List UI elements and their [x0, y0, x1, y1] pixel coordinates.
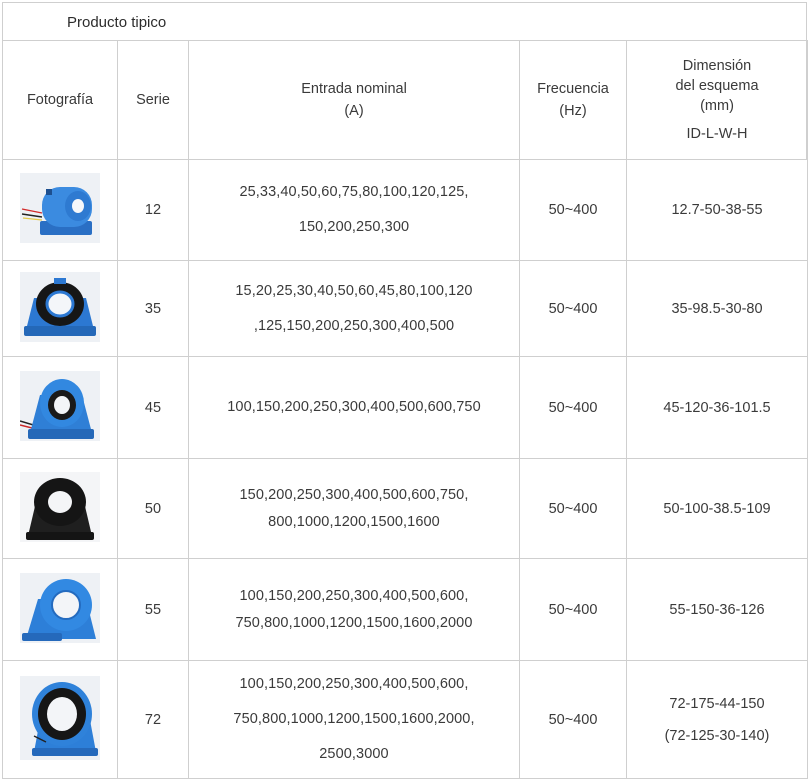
series-cell: 55	[117, 558, 189, 661]
nominal-input-values: 100,150,200,250,300,400,500,600, 750,800…	[233, 667, 474, 772]
nominal-input-values: 15,20,25,30,40,50,60,45,80,100,120 ,125,…	[235, 274, 472, 344]
dimension-value: 12.7-50-38-55	[671, 202, 763, 218]
nominal-input-values: 25,33,40,50,60,75,80,100,120,125, 150,20…	[239, 175, 468, 245]
table-row: 35 15,20,25,30,40,50,60,45,80,100,120 ,1…	[2, 260, 808, 357]
nominal-input-line: 100,150,200,250,300,400,500,600,750	[227, 399, 481, 415]
header-dimension: Dimensión del esquema (mm) ID-L-W-H	[626, 40, 808, 160]
dimension-value: 50-100-38.5-109	[663, 500, 771, 517]
nominal-input-cell: 15,20,25,30,40,50,60,45,80,100,120 ,125,…	[188, 260, 520, 357]
header-frequency-unit: (Hz)	[559, 103, 587, 119]
nominal-input-line: 15,20,25,30,40,50,60,45,80,100,120	[235, 282, 473, 299]
series-cell: 12	[117, 159, 189, 261]
table-row: 12 25,33,40,50,60,75,80,100,120,125, 150…	[2, 159, 808, 261]
photo-cell	[2, 558, 118, 661]
nominal-input-cell: 100,150,200,250,300,400,500,600, 750,800…	[188, 660, 520, 779]
dimension-cell: 45-120-36-101.5	[626, 356, 808, 459]
nominal-input-values: 100,150,200,250,300,400,500,600,750	[227, 394, 480, 421]
blue-ring-transformer-with-leads-icon	[20, 370, 100, 441]
nominal-input-values: 150,200,250,300,400,500,600,750, 800,100…	[240, 482, 469, 536]
nominal-input-values: 100,150,200,250,300,400,500,600, 750,800…	[235, 583, 472, 637]
series-cell: 50	[117, 458, 189, 559]
table-caption: Producto tipico	[67, 14, 167, 31]
nominal-input-line: 750,800,1000,1200,1500,1600,2000,	[233, 711, 475, 727]
large-blue-black-ring-transformer-icon	[20, 675, 100, 760]
dimension-cell: 72-175-44-150 (72-125-30-140)	[626, 660, 808, 779]
nominal-input-cell: 100,150,200,250,300,400,500,600, 750,800…	[188, 558, 520, 661]
header-nominal-input: Entrada nominal (A)	[188, 40, 520, 160]
header-frequency-label: Frecuencia	[537, 81, 609, 97]
photo-cell	[2, 159, 118, 261]
header-nominal-input-unit: (A)	[344, 103, 364, 119]
blue-ring-transformer-icon	[20, 572, 100, 643]
header-dimension-unit: (mm)	[700, 98, 734, 114]
header-dimension-format: ID-L-W-H	[686, 126, 748, 142]
nominal-input-cell: 150,200,250,300,400,500,600,750, 800,100…	[188, 458, 520, 559]
series-cell: 45	[117, 356, 189, 459]
nominal-input-line: 150,200,250,300,400,500,600,750,	[239, 486, 469, 503]
nominal-input-line: 25,33,40,50,60,75,80,100,120,125,	[239, 184, 469, 200]
frequency-cell: 50~400	[519, 458, 627, 559]
blue-current-transformer-with-leads-icon	[20, 173, 100, 243]
nominal-input-cell: 25,33,40,50,60,75,80,100,120,125, 150,20…	[188, 159, 520, 261]
table-header-row: Fotografía Serie Entrada nominal (A) Fre…	[2, 40, 808, 160]
header-series: Serie	[117, 40, 189, 160]
nominal-input-line: 100,150,200,250,300,400,500,600,	[239, 676, 469, 692]
dimension-cell: 35-98.5-30-80	[626, 260, 808, 357]
frequency-cell: 50~400	[519, 159, 627, 261]
series-cell: 72	[117, 660, 189, 779]
frequency-cell: 50~400	[519, 660, 627, 779]
dimension-value: 45-120-36-101.5	[663, 399, 771, 416]
photo-cell	[2, 260, 118, 357]
table-row: 50 150,200,250,300,400,500,600,750, 800,…	[2, 458, 808, 559]
nominal-input-line: 800,1000,1200,1500,1600	[268, 513, 440, 530]
table-row: 72 100,150,200,250,300,400,500,600, 750,…	[2, 660, 808, 779]
header-nominal-input-label: Entrada nominal	[301, 81, 407, 97]
dimension-value-alt: (72-125-30-140)	[664, 727, 770, 744]
dimension-cell: 50-100-38.5-109	[626, 458, 808, 559]
header-series-label: Serie	[136, 92, 170, 108]
product-spec-table: Fotografía Serie Entrada nominal (A) Fre…	[2, 40, 808, 779]
blue-black-ring-transformer-icon	[20, 271, 100, 342]
dimension-value: 35-98.5-30-80	[671, 300, 763, 317]
frequency-cell: 50~400	[519, 558, 627, 661]
header-frequency: Frecuencia (Hz)	[519, 40, 627, 160]
nominal-input-line: 750,800,1000,1200,1500,1600,2000	[235, 614, 473, 631]
dimension-value: 55-150-36-126	[669, 601, 765, 618]
header-photo-label: Fotografía	[26, 92, 94, 108]
table-edge-border	[806, 40, 811, 159]
table-caption-bar: Producto tipico	[2, 2, 807, 40]
header-photo: Fotografía	[2, 40, 118, 160]
nominal-input-line: 100,150,200,250,300,400,500,600,	[239, 587, 469, 604]
header-dimension-label-2: del esquema	[675, 78, 759, 94]
black-ring-transformer-icon	[20, 471, 100, 542]
product-spec-sheet: Producto tipico Fotografía Serie Entrada…	[0, 0, 811, 781]
dimension-cell: 55-150-36-126	[626, 558, 808, 661]
photo-cell	[2, 356, 118, 459]
table-row: 45 100,150,200,250,300,400,500,600,750 5…	[2, 356, 808, 459]
dimension-cell: 12.7-50-38-55	[626, 159, 808, 261]
nominal-input-line: 150,200,250,300	[298, 219, 410, 235]
table-row: 55 100,150,200,250,300,400,500,600, 750,…	[2, 558, 808, 661]
header-dimension-label-1: Dimensión	[682, 58, 752, 74]
nominal-input-line: 2500,3000	[319, 746, 389, 762]
photo-cell	[2, 458, 118, 559]
photo-cell	[2, 660, 118, 779]
nominal-input-cell: 100,150,200,250,300,400,500,600,750	[188, 356, 520, 459]
series-cell: 35	[117, 260, 189, 357]
frequency-cell: 50~400	[519, 356, 627, 459]
frequency-cell: 50~400	[519, 260, 627, 357]
dimension-value: 72-175-44-150	[669, 695, 765, 712]
nominal-input-line: ,125,150,200,250,300,400,500	[253, 317, 455, 334]
